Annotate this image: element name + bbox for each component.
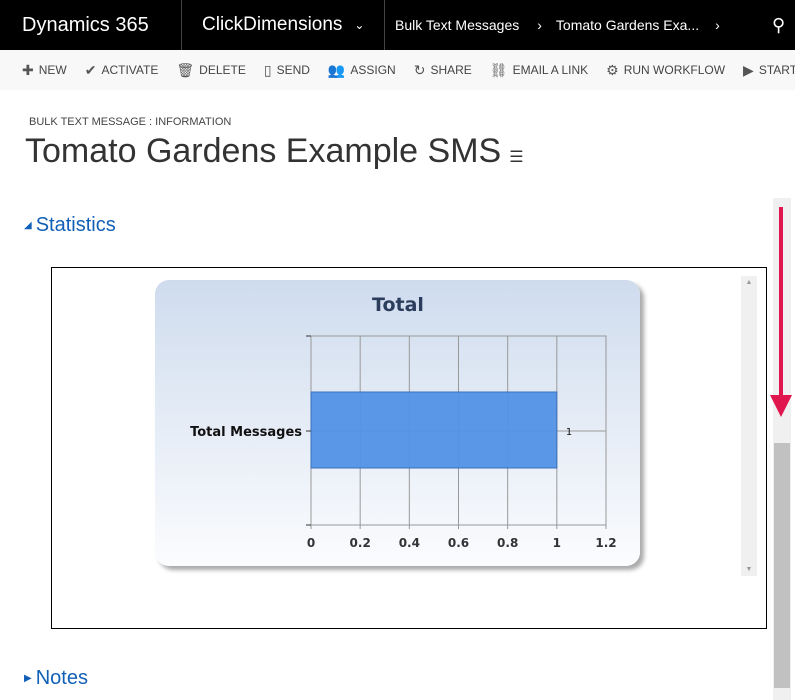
section-notes[interactable]: ▶ Notes [24, 667, 88, 690]
x-tick-label: 0.2 [350, 536, 371, 550]
x-tick-label: 0.6 [448, 536, 469, 550]
inner-scrollbar[interactable]: ▲ ▼ [741, 276, 757, 576]
page-scrollbar-thumb[interactable] [774, 443, 790, 688]
bar-total-messages [310, 391, 558, 469]
total-chart: Total 0 0.2 0.4 0.6 0.8 1 1.2 Total Messages 1 [190, 294, 617, 550]
annotation-arrow [770, 207, 792, 417]
chart-title: Total [372, 294, 424, 316]
category-label: Total Messages [190, 425, 302, 440]
section-title: Notes [35, 667, 88, 689]
x-tick-label: 1 [553, 536, 561, 550]
x-tick-label: 0.4 [399, 536, 420, 550]
x-tick-label: 0 [307, 536, 315, 550]
x-tick-label: 1.2 [595, 536, 616, 550]
data-label: 1 [566, 427, 572, 438]
expand-icon: ▶ [24, 673, 32, 684]
x-tick-label: 0.8 [497, 536, 518, 550]
